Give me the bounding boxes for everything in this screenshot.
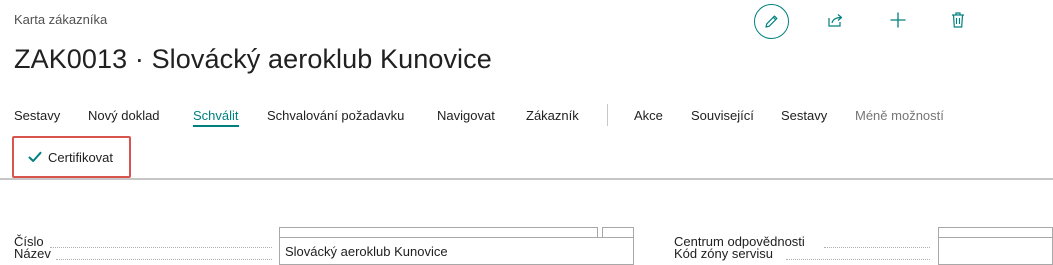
action-menu-bar: Sestavy Nový doklad Schválit Schvalování… (0, 100, 1053, 132)
page-title: ZAK0013 · Slovácký aeroklub Kunovice (14, 44, 492, 74)
menu-item-reports-2[interactable]: Sestavy (781, 108, 827, 123)
delete-button[interactable] (946, 10, 970, 30)
certify-button[interactable]: Certifikovat (12, 136, 131, 178)
add-button[interactable] (886, 10, 910, 30)
subaction-bar-divider (0, 178, 1053, 180)
service-zone-label: Kód zóny servisu (674, 246, 773, 261)
menu-item-approve[interactable]: Schválit (193, 108, 239, 127)
trash-icon (952, 12, 964, 28)
checkmark-icon (28, 151, 42, 162)
plus-icon (890, 12, 906, 28)
menu-item-new-document[interactable]: Nový doklad (88, 108, 160, 123)
pencil-icon (765, 15, 778, 28)
page-caption: Karta zákazníka (14, 12, 108, 27)
menu-separator (607, 104, 608, 126)
menu-item-reports[interactable]: Sestavy (14, 108, 60, 123)
responsibility-center-dots (824, 247, 930, 248)
name-dots (56, 259, 272, 260)
menu-item-fewer-options[interactable]: Méně možností (855, 108, 944, 123)
share-button[interactable] (824, 10, 848, 30)
menu-item-actions[interactable]: Akce (634, 108, 663, 123)
service-zone-input[interactable] (938, 237, 1053, 265)
edit-button[interactable] (754, 4, 789, 39)
number-dots (50, 247, 272, 248)
menu-item-navigate[interactable]: Navigovat (437, 108, 495, 123)
subaction-bar (0, 133, 1053, 178)
menu-item-request-approval[interactable]: Schvalování požadavku (267, 108, 404, 123)
name-value: Slovácký aeroklub Kunovice (285, 244, 448, 259)
share-icon (828, 14, 843, 27)
certify-label: Certifikovat (48, 149, 114, 165)
name-label-text: Název (14, 246, 51, 261)
menu-item-related[interactable]: Související (691, 108, 754, 123)
service-zone-dots (786, 259, 930, 260)
menu-item-customer[interactable]: Zákazník (526, 108, 579, 123)
